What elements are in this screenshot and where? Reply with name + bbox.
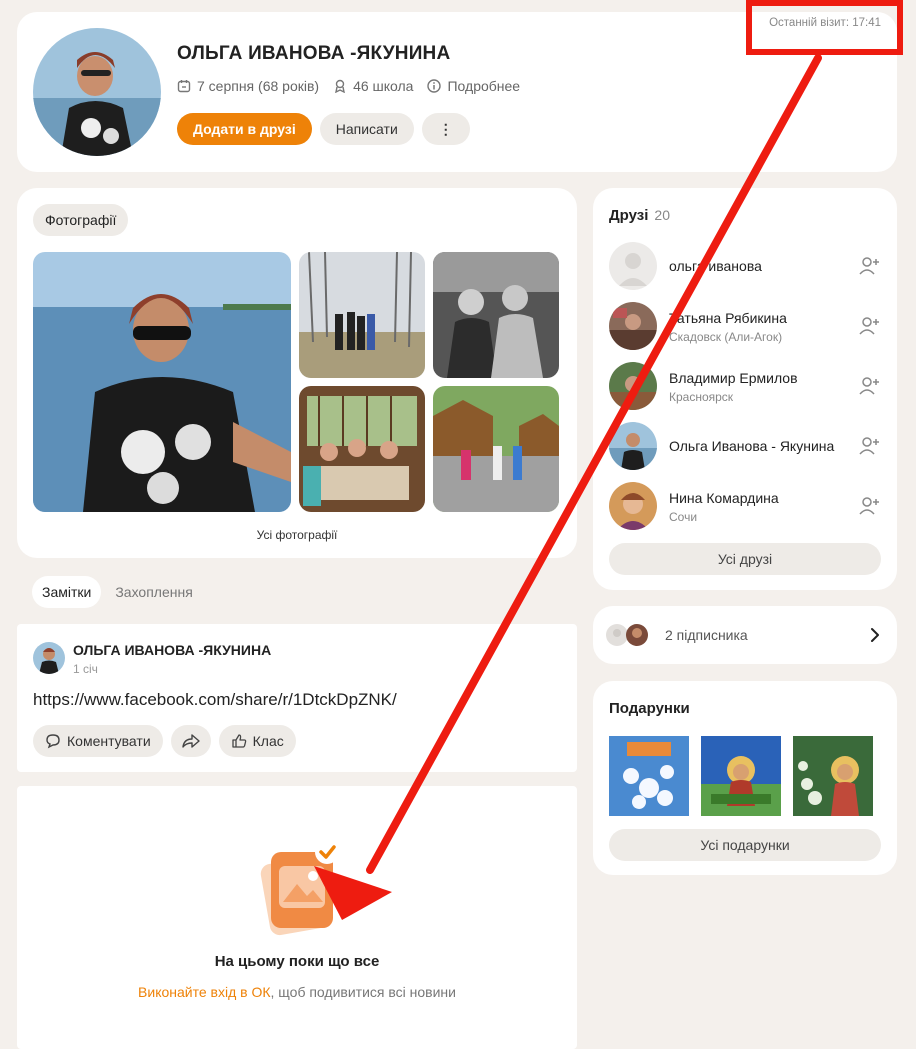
- birthday-item: 7 серпня (68 років): [177, 78, 319, 94]
- add-friend-icon[interactable]: [857, 254, 881, 278]
- friend-name: ольга иванова: [669, 258, 762, 274]
- empty-feed-card: На цьому поки що все Виконайте вхід в ОК…: [17, 786, 577, 1049]
- more-menu-button[interactable]: ⋮: [421, 113, 470, 145]
- klass-button[interactable]: Клас: [218, 725, 296, 757]
- empty-feed-title: На цьому поки що все: [214, 953, 380, 970]
- school-item[interactable]: 46 школа: [333, 78, 413, 94]
- thumbs-up-icon: [232, 734, 246, 748]
- add-friend-icon[interactable]: [857, 434, 881, 458]
- more-info-text: Подробнее: [447, 78, 521, 94]
- friend-item[interactable]: ольга иванова: [609, 240, 881, 292]
- empty-feed-rest: , щоб подивитися всі новини: [270, 984, 456, 1000]
- add-friend-icon[interactable]: [857, 374, 881, 398]
- gift-item[interactable]: [609, 736, 689, 816]
- gifts-title[interactable]: Подарунки: [609, 700, 690, 717]
- all-photos-link[interactable]: Усі фотографії: [17, 528, 577, 542]
- profile-avatar[interactable]: [33, 28, 161, 156]
- add-friend-icon[interactable]: [857, 314, 881, 338]
- post-card: ОЛЬГА ИВАНОВА -ЯКУНИНА 1 січ https://www…: [17, 624, 577, 772]
- empty-feed-subtitle: Виконайте вхід в ОК, щоб подивитися всі …: [17, 984, 577, 1000]
- friend-avatar[interactable]: [609, 242, 657, 290]
- post-text[interactable]: https://www.facebook.com/share/r/1DtckDp…: [33, 690, 397, 710]
- tab-hobbies[interactable]: Захоплення: [105, 576, 202, 608]
- friend-name: Владимир Ермилов: [669, 370, 798, 386]
- share-icon: [181, 734, 200, 748]
- friend-item[interactable]: Ольга Иванова - Якунина: [609, 420, 881, 472]
- friend-city: Красноярск: [669, 390, 734, 404]
- post-author-avatar[interactable]: [33, 642, 65, 674]
- friend-item[interactable]: Нина Комардина Сочи: [609, 480, 881, 532]
- friend-city: Сочи: [669, 510, 698, 524]
- friend-avatar[interactable]: [609, 362, 657, 410]
- all-friends-button[interactable]: Усі друзі: [609, 543, 881, 575]
- all-gifts-button[interactable]: Усі подарунки: [609, 829, 881, 861]
- subscriber-avatars: [606, 624, 648, 646]
- comment-icon: [46, 734, 60, 749]
- post-actions: Коментувати Клас: [33, 725, 296, 757]
- tab-notes[interactable]: Замітки: [32, 576, 102, 608]
- friends-title[interactable]: Друзі 20: [609, 207, 670, 224]
- friend-name: Нина Комардина: [669, 490, 779, 506]
- add-friend-icon[interactable]: [857, 494, 881, 518]
- friends-title-text: Друзі: [609, 207, 649, 224]
- gift-item[interactable]: [793, 736, 873, 816]
- friend-city: Скадовск (Али-Агок): [669, 330, 783, 344]
- gift-item[interactable]: [701, 736, 781, 816]
- birthday-text: 7 серпня (68 років): [197, 78, 320, 94]
- profile-meta: 7 серпня (68 років) 46 школа Подробнее: [177, 78, 520, 94]
- content-tabs: Замітки Захоплення: [32, 576, 203, 608]
- friend-item[interactable]: Татьяна Рябикина Скадовск (Али-Агок): [609, 300, 881, 352]
- write-message-button[interactable]: Написати: [319, 113, 414, 145]
- photos-label[interactable]: Фотографії: [33, 204, 129, 236]
- photo-thumb-3[interactable]: [299, 386, 425, 512]
- friend-name: Ольга Иванова - Якунина: [669, 438, 835, 454]
- share-button[interactable]: [170, 725, 211, 757]
- comment-button[interactable]: Коментувати: [33, 725, 163, 757]
- gifts-section: Подарунки Усі подарунки: [593, 681, 897, 875]
- friends-section: Друзі 20 ольга иванова Татьяна Рябикина С…: [593, 188, 897, 590]
- add-friend-button[interactable]: Додати в друзі: [177, 113, 312, 145]
- comment-label: Коментувати: [67, 733, 151, 749]
- subscribers-count: 2 підписника: [665, 627, 748, 643]
- photo-main[interactable]: [33, 252, 291, 512]
- calendar-icon: [177, 80, 191, 93]
- friend-avatar[interactable]: [609, 302, 657, 350]
- chevron-right-icon: [871, 628, 879, 642]
- info-icon: [427, 79, 442, 93]
- friend-avatar[interactable]: [609, 422, 657, 470]
- friend-avatar[interactable]: [609, 482, 657, 530]
- school-icon: [335, 79, 345, 93]
- friend-item[interactable]: Владимир Ермилов Красноярск: [609, 360, 881, 412]
- profile-name: ОЛЬГА ИВАНОВА -ЯКУНИНА: [177, 43, 451, 64]
- subscribers-row[interactable]: 2 підписника: [593, 606, 897, 664]
- post-author-name[interactable]: ОЛЬГА ИВАНОВА -ЯКУНИНА: [73, 642, 271, 658]
- school-text: 46 школа: [353, 78, 414, 94]
- friends-count: 20: [654, 207, 670, 223]
- photo-thumb-1[interactable]: [299, 252, 425, 378]
- photo-thumb-4[interactable]: [433, 386, 559, 512]
- post-date: 1 січ: [73, 662, 98, 676]
- more-info-item[interactable]: Подробнее: [427, 78, 520, 94]
- profile-actions: Додати в друзі Написати ⋮: [177, 113, 470, 145]
- annotation-highlight-box: [746, 0, 903, 55]
- login-link[interactable]: Виконайте вхід в ОК: [138, 984, 270, 1000]
- photos-section: Фотографії Усі фотографії: [17, 188, 577, 558]
- empty-feed-illustration: [260, 840, 339, 936]
- friend-name: Татьяна Рябикина: [669, 310, 787, 326]
- klass-label: Клас: [252, 733, 284, 749]
- photo-thumb-2[interactable]: [433, 252, 559, 378]
